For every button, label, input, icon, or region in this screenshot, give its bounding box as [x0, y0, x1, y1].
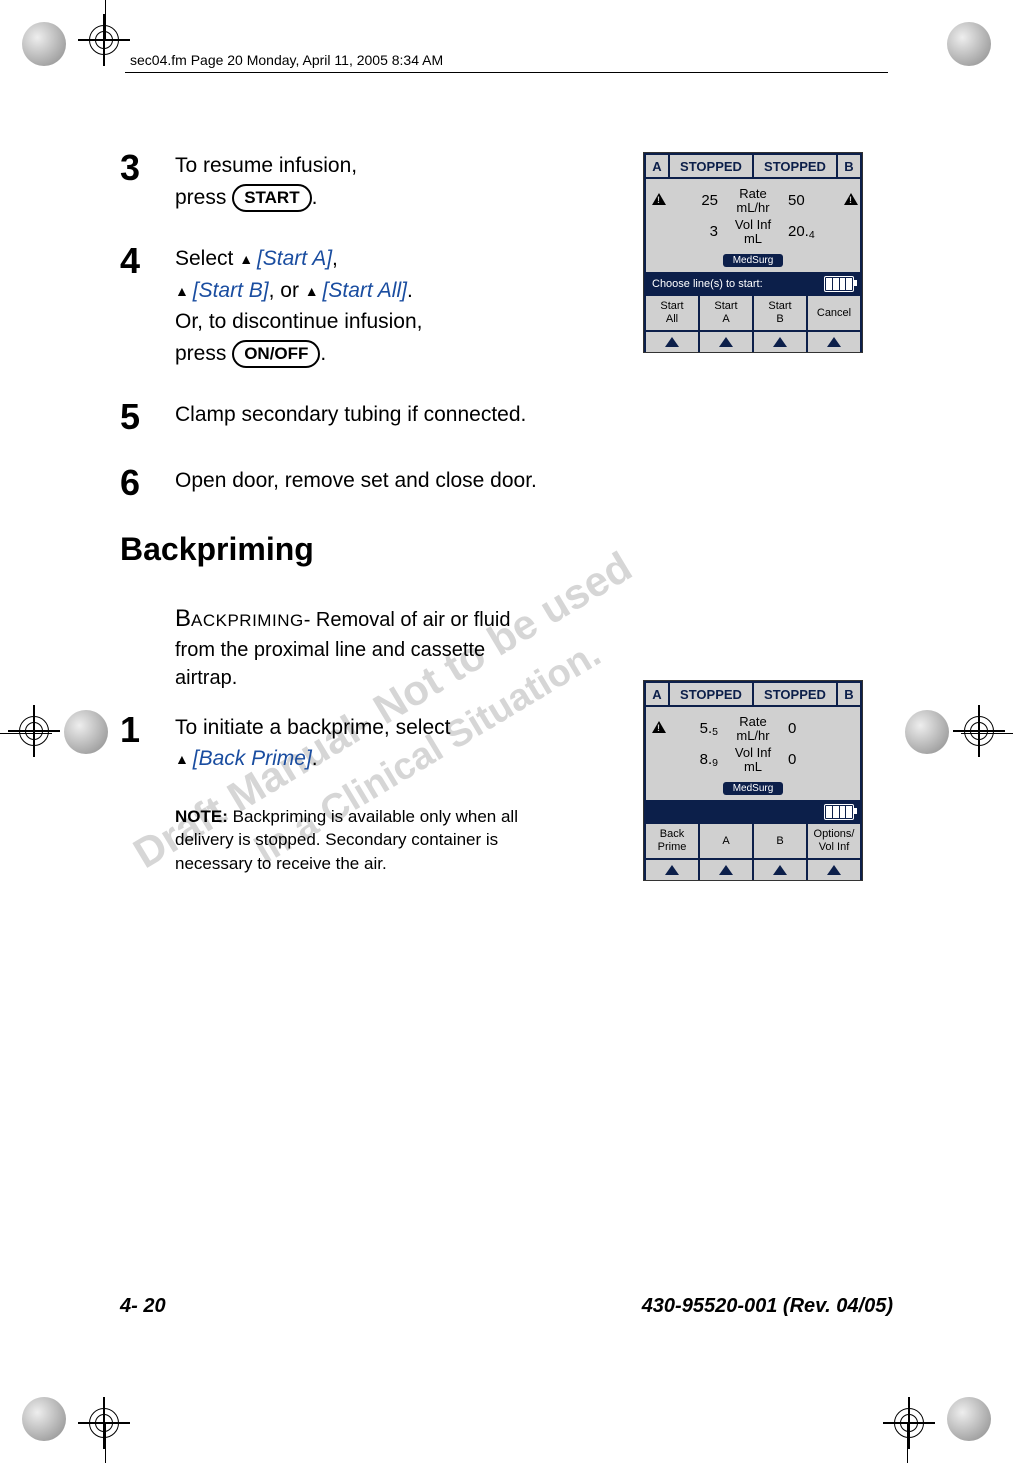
page-footer: 4- 20 430-95520-001 (Rev. 04/05) [120, 1295, 893, 1318]
rate-b-value: 0 [784, 720, 842, 737]
step-number: 4 [120, 243, 175, 279]
registration-mark [883, 1397, 935, 1449]
decorative-circle [22, 1397, 66, 1441]
crop-line [0, 733, 52, 734]
onoff-key-icon: ON/OFF [232, 340, 320, 368]
softkey-start-b[interactable]: Start B [754, 296, 806, 330]
step-text: To initiate a backprime, select ▲ [Back … [175, 712, 500, 775]
step-6: 6 Open door, remove set and close door. [120, 465, 893, 501]
device-screen-start: A STOPPED STOPPED B 25 Rate mL/hr 50 3 V… [643, 152, 863, 353]
softkey-a[interactable]: A [700, 824, 752, 858]
channel-b-label: B [838, 683, 860, 705]
registration-mark [78, 14, 130, 66]
status-b: STOPPED [754, 155, 836, 177]
decorative-circle [22, 22, 66, 66]
status-a: STOPPED [670, 155, 752, 177]
registration-mark [953, 705, 1005, 757]
decorative-circle [905, 710, 949, 754]
registration-mark [8, 705, 60, 757]
step-number: 5 [120, 399, 175, 435]
vol-a-value: 8.9 [664, 751, 722, 769]
page-number: 4- 20 [120, 1295, 166, 1318]
crop-line [961, 733, 1013, 734]
softkey-arrows [646, 332, 860, 352]
status-b: STOPPED [754, 683, 836, 705]
decorative-circle [947, 22, 991, 66]
channel-a-label: A [646, 155, 668, 177]
vol-b-value: 20.4 [784, 223, 842, 241]
step-number: 1 [120, 712, 175, 748]
softkey-start-all[interactable]: Start All [646, 296, 698, 330]
warning-icon [652, 721, 666, 733]
softkey-options-volinf[interactable]: Options/ Vol Inf [808, 824, 860, 858]
frame-header: sec04.fm Page 20 Monday, April 11, 2005 … [130, 52, 443, 68]
step-3: 3 To resume infusion, press START. [120, 150, 500, 213]
battery-icon [824, 804, 854, 820]
status-a: STOPPED [670, 683, 752, 705]
channel-a-label: A [646, 683, 668, 705]
registration-mark [78, 1397, 130, 1449]
doc-revision: 430-95520-001 (Rev. 04/05) [642, 1295, 893, 1318]
decorative-circle [947, 1397, 991, 1441]
battery-icon [824, 276, 854, 292]
rate-b-value: 50 [784, 192, 842, 209]
cca-label: MedSurg [723, 782, 784, 795]
step-5: 5 Clamp secondary tubing if connected. [120, 399, 893, 435]
softkey-b[interactable]: B [754, 824, 806, 858]
channel-b-label: B [838, 155, 860, 177]
crop-line [907, 1423, 908, 1463]
rate-label: Rate mL/hr [722, 715, 784, 742]
step-text: To resume infusion, press START. [175, 150, 500, 213]
step-text: Select ▲ [Start A], ▲ [Start B], or ▲ [S… [175, 243, 500, 369]
cca-label: MedSurg [723, 254, 784, 267]
rate-a-value: 25 [664, 192, 722, 209]
vol-a-value: 3 [664, 223, 722, 240]
crop-line [105, 1423, 106, 1463]
step-4: 4 Select ▲ [Start A], ▲ [Start B], or ▲ … [120, 243, 500, 369]
choose-line-prompt: Choose line(s) to start: [652, 278, 763, 290]
step-number: 6 [120, 465, 175, 501]
rate-label: Rate mL/hr [722, 187, 784, 214]
section-heading-backpriming: Backpriming [120, 531, 893, 568]
softkey-arrows [646, 860, 860, 880]
vol-b-value: 0 [784, 751, 842, 768]
start-key-icon: START [232, 184, 311, 212]
softkey-back-prime[interactable]: Back Prime [646, 824, 698, 858]
warning-icon [844, 193, 858, 205]
rate-a-value: 5.5 [664, 720, 722, 738]
warning-icon [652, 193, 666, 205]
backpriming-definition: BACKPRIMING- Removal of air or fluid fro… [175, 602, 525, 692]
crop-line [105, 0, 106, 40]
softkey-start-a[interactable]: Start A [700, 296, 752, 330]
step-text: Clamp secondary tubing if connected. [175, 399, 893, 431]
vol-label: Vol Inf mL [722, 746, 784, 773]
step-text: Open door, remove set and close door. [175, 465, 893, 497]
decorative-circle [64, 710, 108, 754]
vol-label: Vol Inf mL [722, 218, 784, 245]
step-backprime-1: 1 To initiate a backprime, select ▲ [Bac… [120, 712, 500, 775]
note-text: NOTE: Backpriming is available only when… [175, 805, 525, 876]
frame-header-rule [125, 72, 888, 73]
softkey-cancel[interactable]: Cancel [808, 296, 860, 330]
device-screen-backprime: A STOPPED STOPPED B 5.5 Rate mL/hr 0 8.9… [643, 680, 863, 881]
step-number: 3 [120, 150, 175, 186]
